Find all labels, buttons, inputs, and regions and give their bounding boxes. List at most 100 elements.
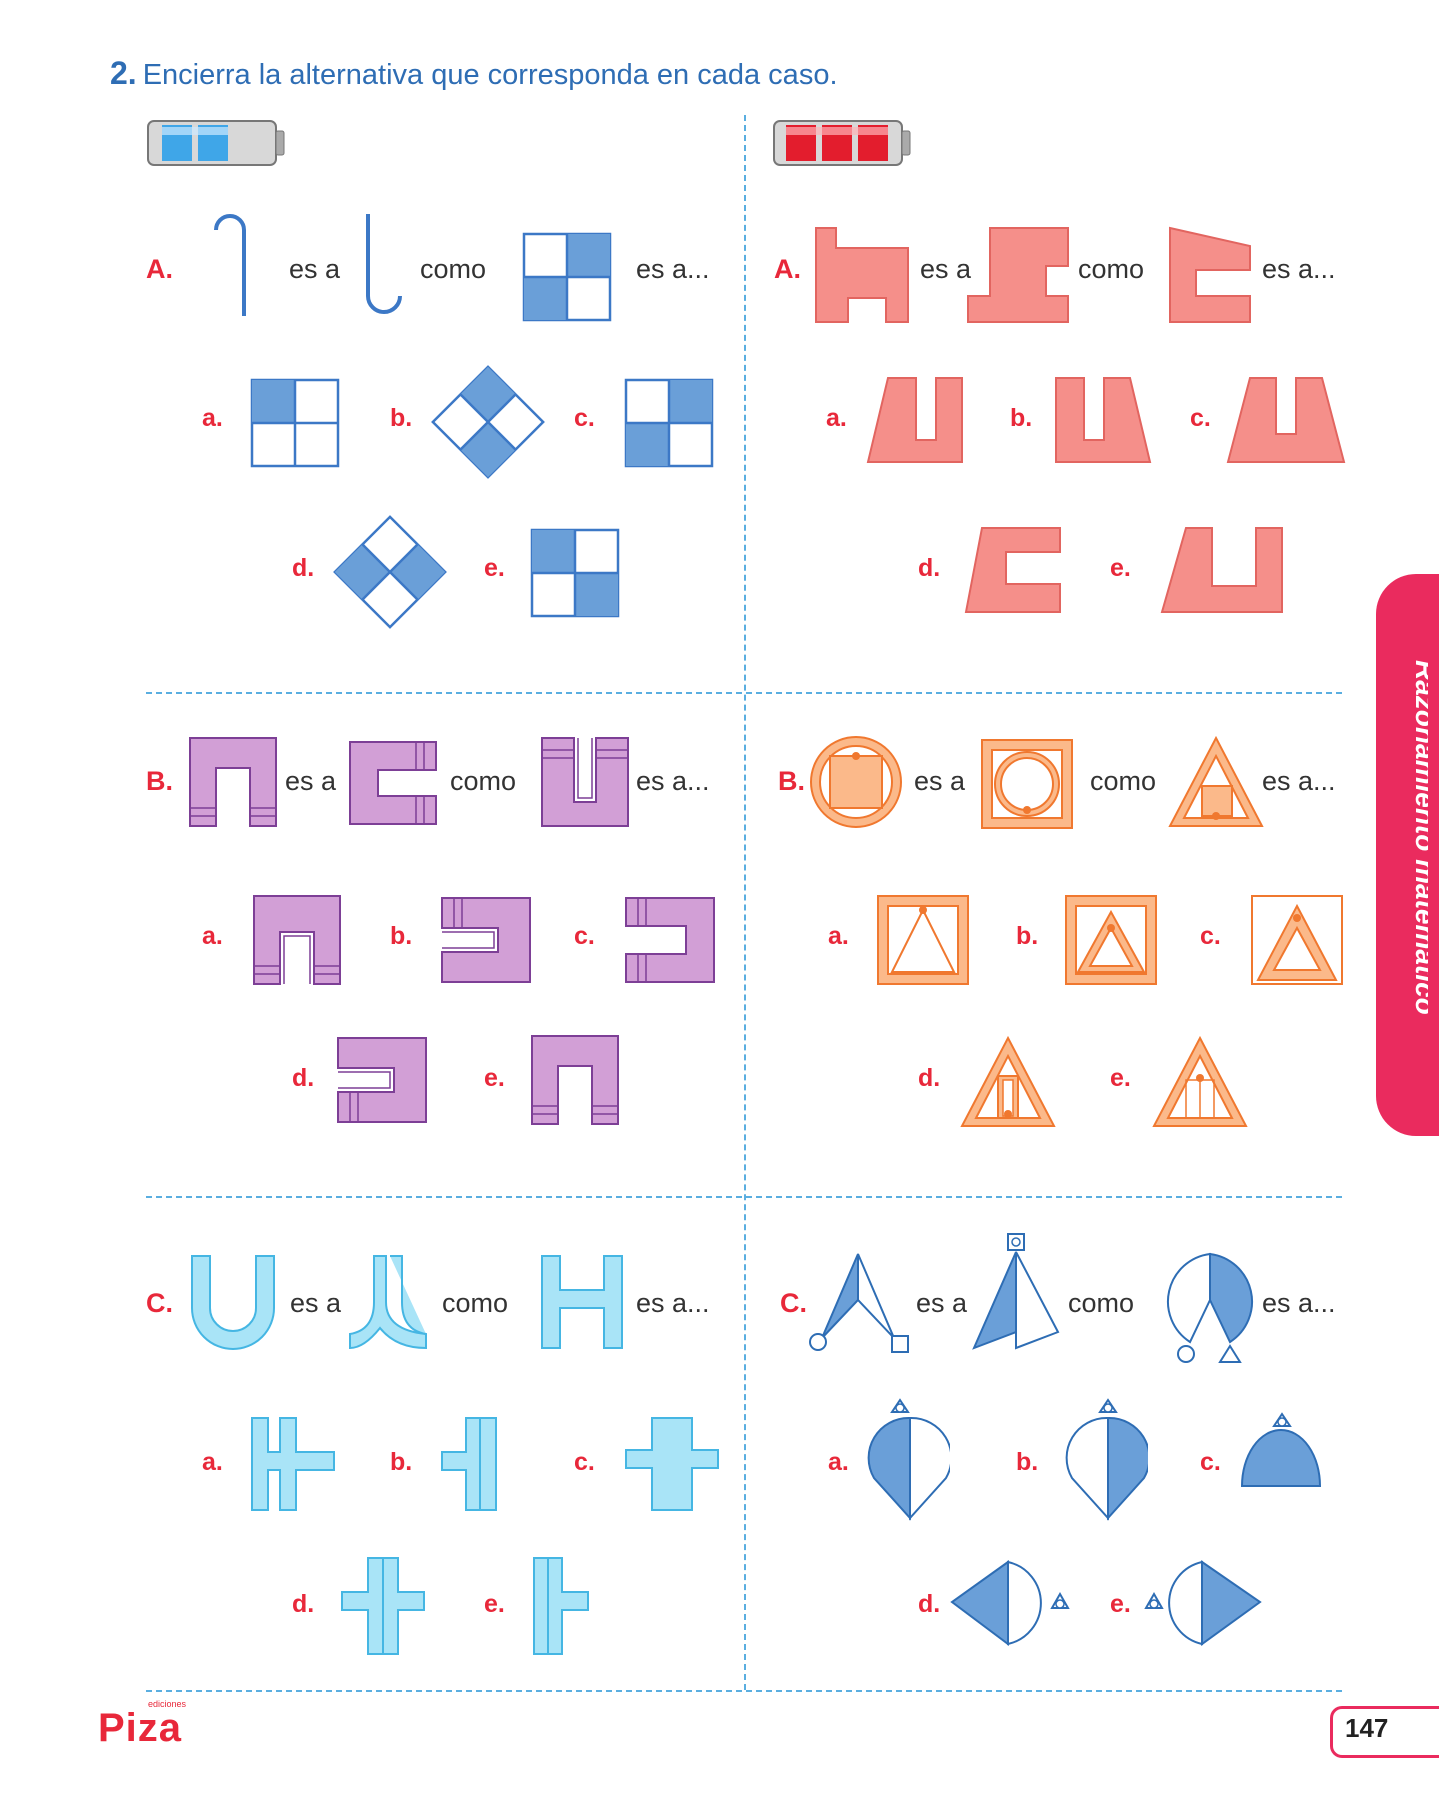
dome-figure[interactable]: [1238, 1412, 1324, 1490]
vertical-divider: [744, 115, 746, 1690]
trapezoid-u-figure[interactable]: [1054, 376, 1152, 466]
option-d[interactable]: d.: [292, 554, 314, 583]
triangle-square-figure[interactable]: [1152, 1034, 1248, 1130]
circle-square-figure: [810, 736, 902, 828]
u-tube-figure: [191, 1255, 275, 1350]
option-a[interactable]: a.: [202, 922, 223, 951]
option-c[interactable]: c.: [1200, 1448, 1221, 1477]
square-triangle-figure[interactable]: [1250, 894, 1344, 986]
option-d[interactable]: d.: [918, 1064, 940, 1093]
trapezoid-u-figure[interactable]: [866, 376, 964, 466]
cross-figure[interactable]: [340, 1556, 426, 1656]
option-d[interactable]: d.: [918, 554, 940, 583]
option-d[interactable]: d.: [918, 1590, 940, 1619]
problem-label: C.: [146, 1288, 173, 1318]
relation-text: es a...: [636, 254, 710, 284]
square-triangle-figure[interactable]: [1064, 894, 1158, 986]
kite-arrow-figure: [972, 1233, 1060, 1350]
problem-label: A.: [146, 254, 173, 284]
grid-square-figure[interactable]: [530, 528, 620, 618]
option-e[interactable]: e.: [484, 1590, 505, 1619]
t-bar-figure[interactable]: [530, 1556, 594, 1656]
trapezoid-c-figure[interactable]: [964, 526, 1062, 616]
trapezoid-u-figure[interactable]: [1160, 526, 1284, 616]
arch-figure[interactable]: [530, 1034, 620, 1126]
instruction-number: 2.: [110, 55, 137, 91]
option-c[interactable]: c.: [574, 404, 595, 433]
t-bar-figure[interactable]: [438, 1416, 502, 1512]
option-a[interactable]: a.: [828, 1448, 849, 1477]
logo-brand: Piza: [98, 1706, 183, 1750]
option-c[interactable]: c.: [574, 1448, 595, 1477]
relation-text: como: [442, 1288, 509, 1318]
option-e[interactable]: e.: [1110, 1590, 1131, 1619]
option-a[interactable]: a.: [828, 922, 849, 951]
problem-label: B.: [778, 766, 805, 796]
instruction-text: Encierra la alternativa que corresponda …: [142, 59, 838, 91]
option-b[interactable]: b.: [1016, 1448, 1038, 1477]
arch-figure[interactable]: [252, 894, 342, 986]
problem-label: A.: [774, 254, 801, 284]
block-shape-figure: [1169, 226, 1251, 323]
option-a[interactable]: a.: [202, 404, 223, 433]
option-e[interactable]: e.: [484, 1064, 505, 1093]
kite-arrow-figure: [809, 1253, 909, 1353]
grid-square-figure[interactable]: [250, 378, 340, 468]
option-c[interactable]: c.: [1200, 922, 1221, 951]
option-c[interactable]: c.: [574, 922, 595, 951]
drop-figure[interactable]: [1062, 1398, 1148, 1522]
horizontal-divider: [146, 1196, 1342, 1198]
option-d[interactable]: d.: [292, 1590, 314, 1619]
option-d[interactable]: d.: [292, 1064, 314, 1093]
c-shape-figure: [349, 741, 437, 825]
option-b[interactable]: b.: [1016, 922, 1038, 951]
square-triangle-figure[interactable]: [876, 894, 970, 986]
relation-text: como: [1068, 1288, 1135, 1318]
drop-left-figure[interactable]: [948, 1558, 1072, 1648]
option-c[interactable]: c.: [1190, 404, 1211, 433]
cross-figure[interactable]: [624, 1416, 720, 1512]
instruction: 2. Encierra la alternativa que correspond…: [110, 55, 838, 92]
option-b[interactable]: b.: [390, 404, 412, 433]
u-shape-figure: [541, 737, 629, 827]
h-double-figure[interactable]: [250, 1416, 336, 1512]
relation-text: es a: [289, 254, 341, 284]
relation-text: como: [420, 254, 487, 284]
trapezoid-u-figure[interactable]: [1226, 376, 1346, 466]
page-number: 147: [1345, 1713, 1389, 1743]
relation-text: es a: [920, 254, 972, 284]
option-b[interactable]: b.: [390, 922, 412, 951]
option-b[interactable]: b.: [1010, 404, 1032, 433]
relation-text: es a...: [1262, 254, 1336, 284]
hook-figure: [366, 214, 402, 314]
option-e[interactable]: e.: [1110, 554, 1131, 583]
grid-square-figure[interactable]: [624, 378, 714, 468]
horizontal-divider: [146, 1690, 1342, 1692]
diamond-grid-figure[interactable]: [332, 514, 448, 630]
battery-icon-left: [147, 120, 285, 166]
block-shape-figure: [967, 227, 1069, 323]
option-e[interactable]: e.: [1110, 1064, 1131, 1093]
arch-figure: [189, 737, 277, 827]
problem-label: C.: [780, 1288, 807, 1318]
drop-figure[interactable]: [864, 1398, 950, 1522]
drop-right-figure[interactable]: [1142, 1558, 1266, 1648]
c-shape-figure[interactable]: [336, 1036, 428, 1124]
relation-text: como: [1090, 766, 1157, 796]
option-e[interactable]: e.: [484, 554, 505, 583]
hook-figure: [214, 214, 246, 316]
diamond-grid-figure[interactable]: [430, 364, 546, 480]
option-b[interactable]: b.: [390, 1448, 412, 1477]
option-a[interactable]: a.: [202, 1448, 223, 1477]
h-shape-figure: [541, 1255, 623, 1349]
block-shape-figure: [815, 227, 909, 323]
relation-text: es a...: [1262, 766, 1336, 796]
triangle-rectangle-figure[interactable]: [960, 1034, 1056, 1130]
relation-text: es a...: [1262, 1288, 1336, 1318]
c-shape-figure[interactable]: [624, 896, 716, 984]
option-a[interactable]: a.: [826, 404, 847, 433]
triangle-square-figure: [1168, 735, 1264, 827]
relation-text: es a: [285, 766, 337, 796]
publisher-logo: ediciones Piza: [98, 1700, 186, 1750]
c-shape-figure[interactable]: [440, 896, 532, 984]
